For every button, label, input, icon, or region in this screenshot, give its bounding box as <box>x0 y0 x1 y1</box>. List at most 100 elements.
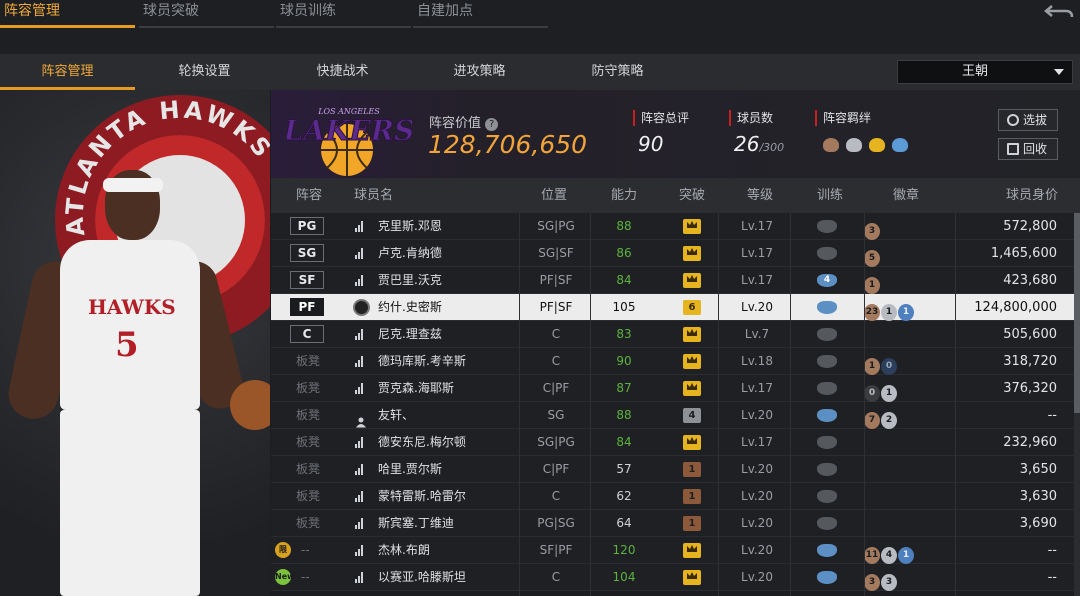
training-icon[interactable] <box>817 544 837 557</box>
breakthrough-crown-icon[interactable] <box>683 543 701 558</box>
training-icon[interactable] <box>817 355 837 368</box>
subtab-rotation[interactable]: 轮换设置 <box>137 54 272 90</box>
toptab-breakthrough[interactable]: 球员突破 <box>139 0 274 28</box>
player-name[interactable]: 克里斯.邓恩 <box>378 213 442 240</box>
table-row[interactable]: -- New 以赛亚.哈滕斯坦 C 104 Lv.20 3 3 -- <box>271 564 1074 591</box>
player-name[interactable]: 以赛亚.哈滕斯坦 <box>378 564 466 591</box>
badge-icon[interactable]: 1 <box>881 385 897 402</box>
subtab-quick-tactics[interactable]: 快捷战术 <box>275 54 410 90</box>
player-name[interactable]: 贾克森.海耶斯 <box>378 375 454 402</box>
stats-icon[interactable] <box>355 572 365 583</box>
badge-icon[interactable]: 0 <box>881 358 897 375</box>
training-icon[interactable]: 4 <box>817 274 837 287</box>
training-icon[interactable] <box>817 571 837 584</box>
stats-icon[interactable] <box>355 545 365 556</box>
table-row[interactable]: 板凳 友轩、 SG 88 4 Lv.20 7 2 -- <box>271 402 1074 429</box>
breakthrough-crown-icon[interactable] <box>683 381 701 396</box>
badge-icon[interactable]: 3 <box>881 574 897 591</box>
badge-icon[interactable]: 23 <box>864 304 880 321</box>
table-row[interactable]: 板凳 贾克森.海耶斯 C|PF 87 Lv.17 0 1 376,320 <box>271 375 1074 402</box>
player-name[interactable]: 杰林.布朗 <box>378 537 430 564</box>
training-icon[interactable] <box>817 301 837 314</box>
badge-icon[interactable]: 3 <box>864 223 880 240</box>
table-row[interactable]: 板凳 蒙特雷斯.哈雷尔 C 62 1 Lv.20 3,630 <box>271 483 1074 510</box>
player-name[interactable]: 友轩、 <box>378 402 414 429</box>
subtab-lineup[interactable]: 阵容管理 <box>0 54 135 90</box>
stats-icon[interactable] <box>355 518 365 529</box>
badge-icon[interactable]: 1 <box>898 304 914 321</box>
player-name[interactable]: 哈里.贾尔斯 <box>378 456 442 483</box>
breakthrough-level[interactable]: 1 <box>683 516 701 531</box>
breakthrough-level[interactable]: 1 <box>683 462 701 477</box>
training-icon[interactable] <box>817 409 837 422</box>
player-name[interactable]: 蒙特雷斯.哈雷尔 <box>378 483 466 510</box>
stats-icon[interactable] <box>355 464 365 475</box>
player-name[interactable]: 贾巴里.沃克 <box>378 267 442 294</box>
synergy-silver-icon[interactable] <box>846 138 862 152</box>
badge-icon[interactable]: 11 <box>864 547 880 564</box>
toptab-lineup[interactable]: 阵容管理 <box>0 0 135 28</box>
badge-icon[interactable]: 4 <box>881 547 897 564</box>
training-icon[interactable] <box>817 517 837 530</box>
synergy-gold-icon[interactable] <box>869 138 885 152</box>
table-row[interactable]: PF 约什.史密斯 PF|SF 105 6 Lv.20 23 1 1 124,800,000 <box>271 294 1074 321</box>
table-row[interactable]: -- 限 杰林.布朗 SF|PF 120 Lv.20 11 4 1 -- <box>271 537 1074 564</box>
toptab-training[interactable]: 球员训练 <box>276 0 411 28</box>
toptab-custom-points[interactable]: 自建加点 <box>413 0 548 28</box>
breakthrough-crown-icon[interactable] <box>683 435 701 450</box>
player-name[interactable]: 卢克.肯纳德 <box>378 240 442 267</box>
stats-icon[interactable] <box>355 329 365 340</box>
scrollbar-thumb[interactable] <box>1074 213 1080 413</box>
synergy-bronze-icon[interactable] <box>823 138 839 152</box>
stats-icon[interactable] <box>355 221 365 232</box>
training-icon[interactable] <box>817 436 837 449</box>
player-name[interactable]: 尼克.理查兹 <box>378 321 442 348</box>
stats-icon[interactable] <box>355 248 365 259</box>
subtab-defense[interactable]: 防守策略 <box>550 54 685 90</box>
badge-icon[interactable]: 2 <box>881 412 897 429</box>
breakthrough-crown-icon[interactable] <box>683 219 701 234</box>
badge-icon[interactable]: 1 <box>864 277 880 294</box>
player-name[interactable]: 约什.史密斯 <box>378 294 442 321</box>
table-row[interactable]: 板凳 德玛库斯.考辛斯 C 90 Lv.18 1 0 318,720 <box>271 348 1074 375</box>
breakthrough-level[interactable]: 1 <box>683 489 701 504</box>
table-row[interactable]: 板凳 斯宾塞.丁维迪 PG|SG 64 1 Lv.20 3,690 <box>271 510 1074 537</box>
badge-icon[interactable]: 1 <box>898 547 914 564</box>
team-select[interactable]: 王朝 <box>897 60 1073 84</box>
breakthrough-crown-icon[interactable] <box>683 246 701 261</box>
table-row[interactable]: SG 卢克.肯纳德 SG|SF 86 Lv.17 5 1,465,600 <box>271 240 1074 267</box>
stats-icon[interactable] <box>355 383 365 394</box>
badge-icon[interactable]: 0 <box>864 385 880 402</box>
stats-icon[interactable] <box>355 356 365 367</box>
breakthrough-crown-icon[interactable] <box>683 273 701 288</box>
table-row[interactable]: 板凳 哈里.贾尔斯 C|PF 57 1 Lv.20 3,650 <box>271 456 1074 483</box>
badge-icon[interactable]: 1 <box>881 304 897 321</box>
breakthrough-crown-icon[interactable] <box>683 327 701 342</box>
training-icon[interactable] <box>817 382 837 395</box>
breakthrough-level[interactable]: 6 <box>683 300 701 315</box>
training-icon[interactable] <box>817 490 837 503</box>
recycle-button[interactable]: 回收 <box>998 138 1058 160</box>
training-icon[interactable] <box>817 463 837 476</box>
select-button[interactable]: 选拔 <box>998 109 1058 131</box>
stats-icon[interactable] <box>355 491 365 502</box>
subtab-offense[interactable]: 进攻策略 <box>412 54 547 90</box>
synergy-blue-icon[interactable] <box>892 138 908 152</box>
back-icon[interactable] <box>1044 2 1074 22</box>
training-icon[interactable] <box>817 247 837 260</box>
badge-icon[interactable]: 7 <box>864 412 880 429</box>
table-row[interactable]: SF 贾巴里.沃克 PF|SF 84 Lv.17 4 1 423,680 <box>271 267 1074 294</box>
player-name[interactable]: 德安东尼.梅尔顿 <box>378 429 466 456</box>
stats-icon[interactable] <box>355 275 365 286</box>
breakthrough-crown-icon[interactable] <box>683 354 701 369</box>
badge-icon[interactable]: 1 <box>864 358 880 375</box>
breakthrough-level[interactable]: 4 <box>683 408 701 423</box>
table-row[interactable]: PG 克里斯.邓恩 SG|PG 88 Lv.17 3 572,800 <box>271 213 1074 240</box>
breakthrough-crown-icon[interactable] <box>683 570 701 585</box>
training-icon[interactable] <box>817 220 837 233</box>
table-row[interactable]: C 尼克.理查兹 C 83 Lv.7 505,600 <box>271 321 1074 348</box>
player-name[interactable]: 德玛库斯.考辛斯 <box>378 348 466 375</box>
badge-icon[interactable]: 5 <box>864 250 880 267</box>
stats-icon[interactable] <box>355 437 365 448</box>
training-icon[interactable] <box>817 328 837 341</box>
